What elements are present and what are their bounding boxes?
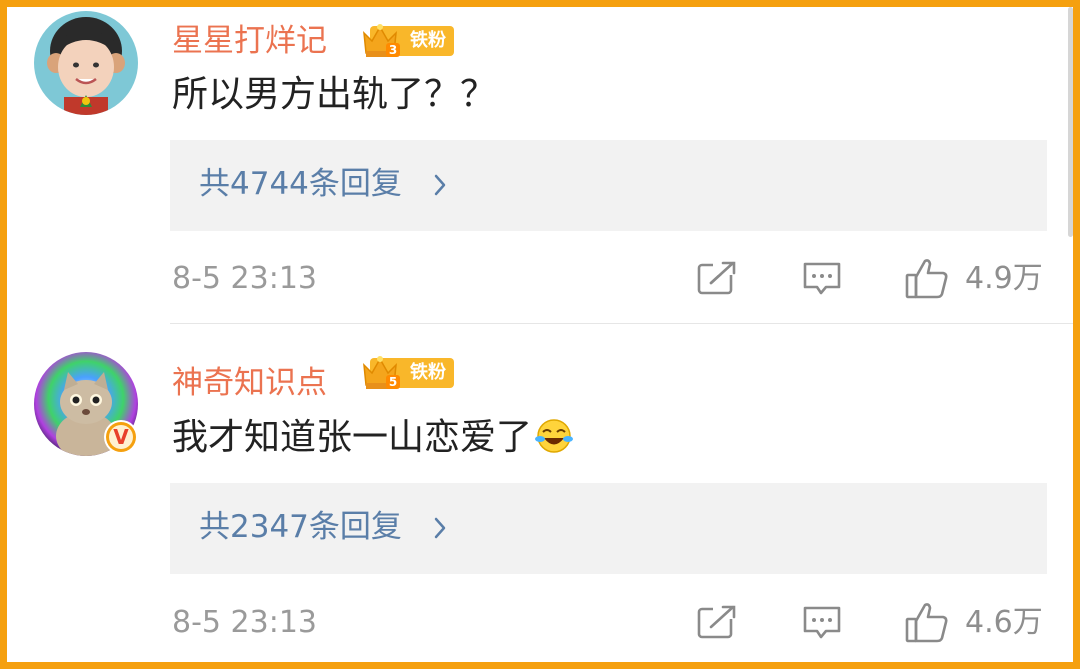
like-count: 4.6万 (965, 605, 1043, 640)
verified-mark: V (109, 425, 133, 449)
like-icon[interactable] (905, 601, 949, 643)
username[interactable]: 神奇知识点 (172, 363, 327, 403)
verified-badge: V (104, 420, 138, 454)
crown-level-icon: 5 (363, 356, 400, 389)
repost-icon[interactable] (697, 605, 737, 639)
fan-badge[interactable]: 5 铁粉 (360, 356, 454, 390)
avatar[interactable]: V (34, 352, 138, 456)
comment-item: V 神奇知识点 5 铁粉 我才知道张一山恋爱了 共2347条回复 8-5 23:… (7, 7, 1073, 662)
comment-text: 我才知道张一山恋爱了 (172, 416, 574, 460)
laugh-cry-emoji-icon (535, 419, 574, 453)
fan-level-number: 3 (389, 43, 397, 57)
crown-level-icon: 3 (363, 24, 400, 57)
comment-list: 星星打烊记 3 铁粉 所以男方出轨了？？ 共4744条回复 8-5 23:13 (7, 7, 1073, 662)
chevron-right-icon (434, 517, 446, 539)
fan-level-number: 5 (389, 375, 397, 389)
comment-icon[interactable] (802, 605, 842, 641)
replies-count: 共2347条回复 (199, 509, 402, 545)
timestamp: 8-5 23:13 (172, 605, 317, 640)
replies-link[interactable]: 共2347条回复 (170, 483, 1047, 574)
comment-text-body: 我才知道张一山恋爱了 (172, 417, 533, 458)
